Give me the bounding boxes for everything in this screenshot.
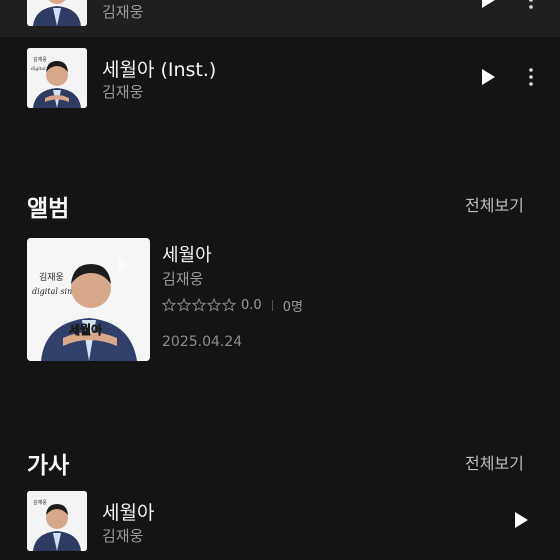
cover-small-text: 김재웅: [33, 56, 47, 63]
star-outline-icon: [177, 298, 191, 312]
lyrics-see-all-link[interactable]: 전체보기: [465, 450, 524, 474]
rating-count: 0명: [282, 299, 303, 315]
play-icon: [482, 0, 495, 8]
track-more-button[interactable]: [524, 64, 538, 90]
play-icon: [482, 69, 495, 85]
lyrics-track-thumbnail: 김재웅: [27, 491, 87, 551]
album-section-title: 앨범: [27, 196, 70, 222]
star-outline-icon: [192, 298, 206, 312]
track-thumbnail: 김재웅 digital single: [27, 48, 87, 108]
album-cover[interactable]: 김재웅 digital single 세월아: [27, 238, 150, 361]
lyrics-section-title: 가사: [27, 453, 70, 479]
track-artist: 김재웅: [102, 83, 144, 101]
top-track-row[interactable]: 김재웅: [0, 0, 560, 37]
album-rating: 0.0 0명: [162, 296, 303, 315]
track-play-button[interactable]: [475, 64, 501, 90]
top-track-thumbnail: [27, 0, 87, 26]
rating-divider: [271, 299, 273, 311]
track-title: 세월아 (Inst.): [102, 59, 217, 81]
top-track-artist: 김재웅: [102, 3, 144, 21]
star-outline-icon: [162, 298, 176, 312]
star-outline-icon: [207, 298, 221, 312]
album-cover-art: 김재웅 digital single 세월아: [27, 238, 150, 361]
more-vertical-icon: [529, 68, 533, 86]
star-outline-icon: [222, 298, 236, 312]
portrait-image: 김재웅 digital single: [27, 48, 87, 108]
lyrics-track-play-button[interactable]: [508, 507, 534, 533]
album-see-all-link[interactable]: 전체보기: [465, 192, 524, 216]
cover-artist-text: 김재웅: [39, 271, 64, 283]
portrait-image: [27, 0, 87, 26]
top-track-more-button[interactable]: [524, 0, 538, 13]
album-title: 세월아: [162, 245, 212, 266]
rating-value: 0.0: [241, 297, 262, 313]
lyrics-track-title: 세월아: [102, 502, 155, 524]
album-artist: 김재웅: [162, 270, 204, 288]
cover-small-text: 김재웅: [33, 499, 47, 506]
album-release-date: 2025.04.24: [162, 334, 243, 350]
lyrics-track-artist: 김재웅: [102, 527, 144, 545]
top-track-play-button[interactable]: [475, 0, 501, 13]
play-icon: [515, 512, 528, 528]
cover-title-text: 세월아: [69, 322, 102, 337]
more-vertical-icon: [529, 0, 533, 9]
portrait-image: 김재웅: [27, 491, 87, 551]
